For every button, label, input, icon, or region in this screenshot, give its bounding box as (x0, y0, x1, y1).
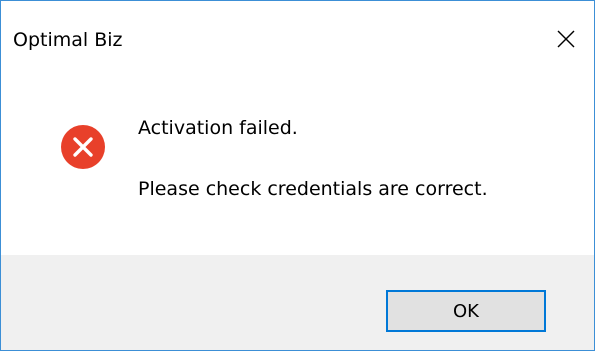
ok-button[interactable]: OK (386, 290, 546, 332)
error-message-detail: Please check credentials are correct. (138, 178, 488, 200)
error-icon (61, 125, 105, 169)
message-area: Activation failed. Please check credenti… (1, 77, 594, 255)
close-icon (557, 30, 575, 48)
button-bar: OK (1, 255, 594, 350)
close-button[interactable] (546, 21, 586, 57)
window-title: Optimal Biz (13, 29, 123, 51)
message-dialog: Optimal Biz Activation failed. Please ch… (0, 0, 595, 351)
error-message-title: Activation failed. (138, 117, 298, 139)
title-bar[interactable]: Optimal Biz (1, 1, 594, 77)
